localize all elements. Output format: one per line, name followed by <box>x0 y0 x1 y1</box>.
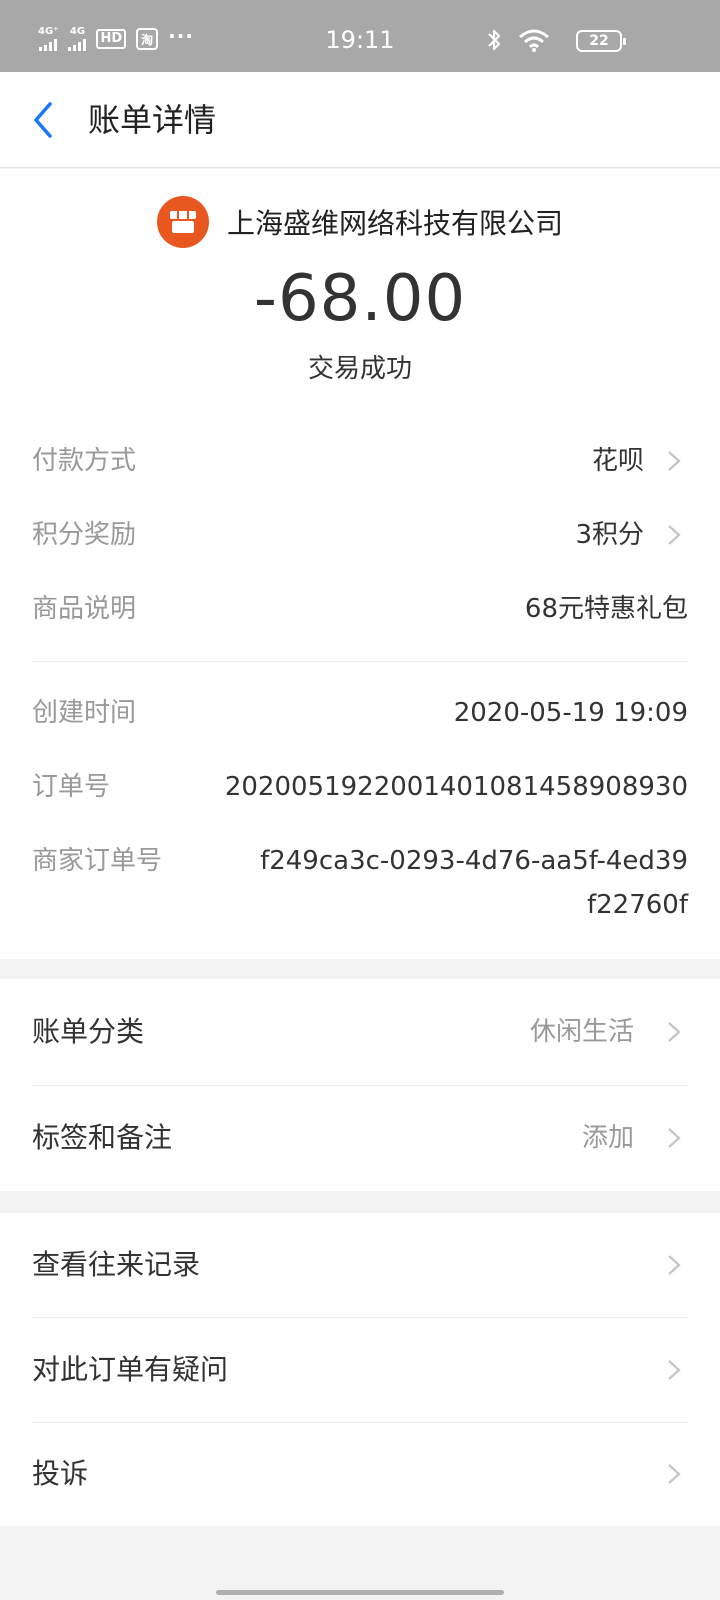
merchant-order-number-label: 商家订单号 <box>32 846 163 876</box>
merchant-order-number-value[interactable]: f249ca3c-0293-4d76-aa5f-4ed39 f22760f <box>188 839 688 927</box>
order-question-label: 对此订单有疑问 <box>32 1353 229 1386</box>
payment-method-label: 付款方式 <box>32 446 137 476</box>
product-description-value: 68元特惠礼包 <box>524 594 688 624</box>
chevron-right-icon <box>668 525 681 545</box>
points-reward-label: 积分奖励 <box>32 520 137 550</box>
chevron-right-icon <box>668 1255 681 1275</box>
page-title: 账单详情 <box>88 101 217 139</box>
tags-notes-value: 添加 <box>581 1123 634 1153</box>
created-time-value: 2020-05-19 19:09 <box>453 698 688 728</box>
view-history-row[interactable]: 查看往来记录 <box>0 1213 720 1317</box>
chevron-right-icon <box>668 1464 681 1484</box>
order-question-row[interactable]: 对此订单有疑问 <box>0 1318 720 1422</box>
nav-header: 账单详情 <box>0 72 720 168</box>
complaint-row[interactable]: 投诉 <box>0 1423 720 1526</box>
store-icon <box>156 196 209 248</box>
tags-notes-row[interactable]: 标签和备注 添加 <box>0 1086 720 1191</box>
chevron-right-icon <box>668 451 681 471</box>
status-right-icons <box>486 28 550 52</box>
wifi-icon <box>519 29 549 52</box>
section-divider <box>32 661 688 662</box>
order-number-row[interactable]: 订单号 2020051922001401081458908930 <box>32 769 688 805</box>
created-time-row: 创建时间 2020-05-19 19:09 <box>32 695 688 731</box>
status-bar: 4G⁺ 4G HD 淘 ··· 19:11 22 <box>0 0 720 72</box>
bill-category-value: 休闲生活 <box>529 1017 634 1047</box>
tags-notes-label: 标签和备注 <box>32 1121 173 1154</box>
bluetooth-icon <box>488 29 501 51</box>
payment-method-value: 花呗 <box>591 446 644 476</box>
view-history-label: 查看往来记录 <box>32 1248 201 1281</box>
home-indicator[interactable] <box>216 1590 504 1595</box>
created-time-label: 创建时间 <box>32 698 137 728</box>
order-number-label: 订单号 <box>32 772 111 802</box>
product-description-label: 商品说明 <box>32 594 137 624</box>
product-description-row: 商品说明 68元特惠礼包 <box>32 591 688 627</box>
payment-method-row[interactable]: 付款方式 花呗 <box>32 443 688 479</box>
transaction-amount: -68.00 <box>253 262 467 336</box>
chevron-right-icon <box>668 1022 681 1042</box>
bill-category-label: 账单分类 <box>32 1015 145 1048</box>
battery-icon: 22 <box>576 30 626 52</box>
merchant-order-number-row[interactable]: 商家订单号 f249ca3c-0293-4d76-aa5f-4ed39 f227… <box>32 843 688 933</box>
chevron-right-icon <box>668 1128 681 1148</box>
order-number-value[interactable]: 2020051922001401081458908930 <box>225 769 688 805</box>
back-arrow-icon[interactable] <box>28 98 58 142</box>
points-reward-row[interactable]: 积分奖励 3积分 <box>32 517 688 553</box>
chevron-right-icon <box>668 1360 681 1380</box>
transaction-status: 交易成功 <box>307 354 412 384</box>
points-reward-value: 3积分 <box>575 520 644 550</box>
merchant-header: 上海盛维网络科技有限公司 <box>0 196 720 248</box>
merchant-name: 上海盛维网络科技有限公司 <box>226 207 563 240</box>
bill-category-row[interactable]: 账单分类 休闲生活 <box>0 979 720 1085</box>
complaint-label: 投诉 <box>32 1457 89 1490</box>
